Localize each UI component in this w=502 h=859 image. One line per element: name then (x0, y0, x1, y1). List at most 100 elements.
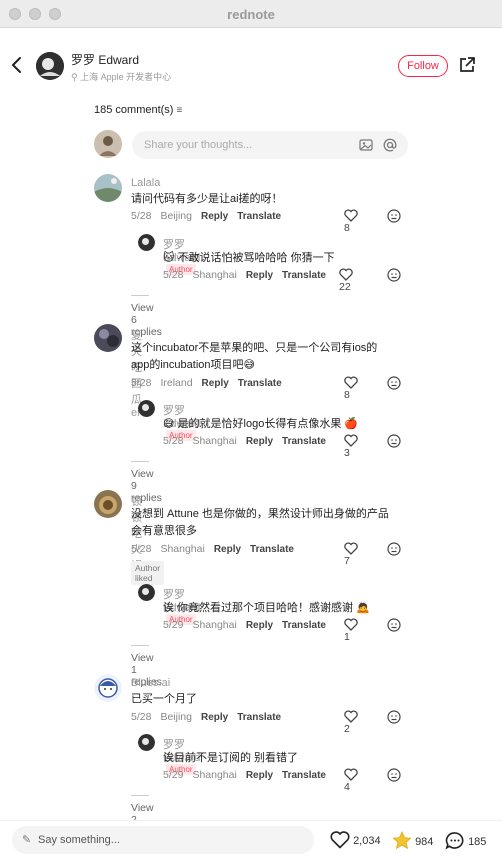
reply-meta: 5/28 Shanghai Reply Translate (163, 435, 335, 447)
sweat-emoji-icon: 😅 (243, 359, 255, 371)
post-star-count: 984 (415, 836, 434, 848)
mention-icon[interactable] (383, 138, 397, 152)
dislike-icon[interactable] (387, 710, 401, 724)
like-button[interactable]: 22 (339, 268, 355, 293)
reply-button[interactable]: Reply (246, 270, 273, 281)
post-header: 罗罗 Edward ⚲ 上海 Apple 开发者中心 Follow (0, 28, 502, 98)
heart-icon (344, 376, 358, 389)
bottom-action-bar: ✎ Say something... 2,034 984 185 (0, 820, 502, 859)
reply-button[interactable]: Reply (246, 770, 273, 781)
divider (131, 645, 149, 646)
like-button[interactable]: 1 (344, 618, 360, 643)
comment-meta: 5/28 Beijing Reply Translate (131, 711, 290, 723)
reply-location: Shanghai (192, 619, 237, 631)
author-name[interactable]: 罗罗 Edward (71, 51, 139, 68)
comment-location: Shanghai (160, 543, 205, 555)
commenter-name[interactable]: Blues.ai (131, 677, 170, 689)
like-button[interactable]: 3 (344, 434, 360, 459)
commenter-avatar[interactable] (94, 324, 122, 352)
translate-button[interactable]: Translate (282, 620, 326, 631)
commenter-name[interactable]: Lalala (131, 177, 160, 189)
comment-meta: 5/28 Shanghai Reply Translate (131, 543, 303, 555)
comment-text: 请问代码有多少是让ai搓的呀！ (131, 193, 283, 205)
dislike-icon[interactable] (387, 768, 401, 782)
bow-emoji-icon: 🙇 (356, 602, 370, 614)
reply-date: 5/29 (163, 619, 184, 631)
window-title: rednote (227, 7, 275, 22)
sweat-emoji-icon: 😅 (163, 418, 175, 430)
translate-button[interactable]: Translate (237, 211, 281, 222)
commenter-avatar[interactable] (94, 674, 122, 702)
translate-button[interactable]: Translate (238, 378, 282, 389)
translate-button[interactable]: Translate (250, 544, 294, 555)
divider (131, 461, 149, 462)
comment-date: 5/28 (131, 543, 152, 555)
reply-author-avatar[interactable] (138, 584, 155, 601)
heart-icon (344, 768, 358, 781)
dislike-icon[interactable] (387, 434, 401, 448)
chat-bubble-icon (445, 832, 464, 850)
reply-meta: 5/29 Shanghai Reply Translate (163, 619, 335, 631)
comment-post-button[interactable]: 185 (445, 831, 486, 850)
translate-button[interactable]: Translate (282, 770, 326, 781)
sort-icon[interactable]: ≡ (177, 105, 183, 116)
reply-button[interactable]: Reply (202, 378, 229, 389)
dislike-icon[interactable] (387, 209, 401, 223)
commenter-avatar[interactable] (94, 174, 122, 202)
heart-icon (339, 268, 353, 281)
translate-button[interactable]: Translate (282, 436, 326, 447)
comment-location: Beijing (160, 711, 192, 723)
say-something-input[interactable]: ✎ Say something... (12, 826, 314, 854)
like-button[interactable]: 8 (344, 209, 360, 234)
favorite-post-button[interactable]: 984 (392, 831, 433, 850)
comment-text: 已买一个月了 (131, 693, 197, 705)
translate-button[interactable]: Translate (237, 712, 281, 723)
reply-text: 🐱 不敢说话怕被骂哈哈哈 你猜一下 (163, 250, 393, 267)
like-button[interactable]: 7 (344, 542, 360, 567)
like-count: 8 (344, 222, 350, 234)
cat-emoji-icon: 🐱 (163, 252, 175, 264)
comment-count[interactable]: 185 comment(s) ≡ (94, 104, 182, 116)
dislike-icon[interactable] (387, 618, 401, 632)
share-icon[interactable] (458, 56, 476, 74)
like-button[interactable]: 2 (344, 710, 360, 735)
like-count: 22 (339, 281, 351, 293)
image-icon[interactable] (359, 138, 373, 152)
author-avatar[interactable] (36, 52, 64, 80)
reply-author-avatar[interactable] (138, 734, 155, 751)
follow-button[interactable]: Follow (398, 55, 448, 77)
like-button[interactable]: 8 (344, 376, 360, 401)
reply-meta: 5/29 Shanghai Reply Translate (163, 769, 335, 781)
reply-button[interactable]: Reply (214, 544, 241, 555)
like-count: 8 (344, 389, 350, 401)
reply-button[interactable]: Reply (201, 712, 228, 723)
like-count: 3 (344, 447, 350, 459)
say-something-placeholder: Say something... (38, 834, 120, 846)
dislike-icon[interactable] (387, 376, 401, 390)
reply-text: 诶目前不是订阅的 别看错了 (163, 752, 299, 764)
translate-button[interactable]: Translate (282, 270, 326, 281)
reply-location: Shanghai (192, 769, 237, 781)
back-arrow-icon[interactable] (10, 56, 24, 74)
reply-button[interactable]: Reply (246, 620, 273, 631)
user-avatar (94, 130, 122, 158)
commenter-avatar[interactable] (94, 490, 122, 518)
comment-date: 5/28 (131, 377, 152, 389)
comment-date: 5/28 (131, 711, 152, 723)
star-icon (392, 831, 412, 850)
dislike-icon[interactable] (387, 542, 401, 556)
reply-author-avatar[interactable] (138, 234, 155, 251)
like-button[interactable]: 4 (344, 768, 360, 793)
dislike-icon[interactable] (387, 268, 401, 282)
heart-icon (344, 434, 358, 447)
reply-button[interactable]: Reply (201, 211, 228, 222)
reply-button[interactable]: Reply (246, 436, 273, 447)
comment-text: 这个incubator不是苹果的吧、只是一个公司有ios的app的incubat… (131, 340, 393, 374)
divider (131, 795, 149, 796)
heart-icon (344, 618, 358, 631)
like-post-button[interactable]: 2,034 (330, 831, 381, 849)
reply-author-avatar[interactable] (138, 400, 155, 417)
author-liked-badge: Author liked (131, 561, 165, 585)
comment-location: Beijing (160, 210, 192, 222)
reply-date: 5/28 (163, 269, 184, 281)
